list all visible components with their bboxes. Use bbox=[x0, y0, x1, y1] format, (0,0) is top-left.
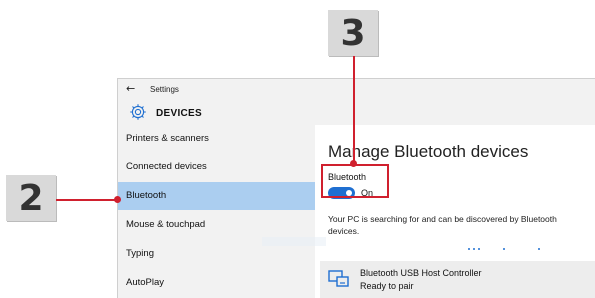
highlight-box-top bbox=[321, 164, 389, 166]
progress-dot bbox=[503, 248, 505, 250]
device-name: Bluetooth USB Host Controller bbox=[360, 268, 482, 278]
page-header: DEVICES bbox=[118, 99, 595, 125]
step-3-badge: 3 bbox=[328, 10, 378, 56]
device-status: Ready to pair bbox=[360, 281, 414, 291]
faded-overlay-hint bbox=[262, 237, 326, 246]
progress-dot bbox=[468, 248, 470, 250]
callout-2-endpoint bbox=[114, 196, 121, 203]
progress-dot bbox=[478, 248, 480, 250]
sidebar-item-autoplay[interactable]: AutoPlay bbox=[118, 269, 315, 297]
step-2-badge: 2 bbox=[6, 175, 56, 221]
sidebar-item-connected-devices[interactable]: Connected devices bbox=[118, 153, 315, 181]
sidebar: Printers & scanners Connected devices Bl… bbox=[118, 125, 315, 298]
page-title: DEVICES bbox=[156, 108, 203, 119]
bluetooth-label: Bluetooth bbox=[328, 172, 367, 182]
callout-3-connector bbox=[353, 56, 355, 164]
progress-dot bbox=[473, 248, 475, 250]
section-title: Manage Bluetooth devices bbox=[328, 142, 529, 161]
main-content: Manage Bluetooth devices Bluetooth On Yo… bbox=[315, 125, 595, 298]
gear-icon bbox=[130, 104, 146, 120]
searching-message: Your PC is searching for and can be disc… bbox=[328, 214, 557, 236]
sidebar-item-mouse-touchpad[interactable]: Mouse & touchpad bbox=[118, 211, 315, 239]
sidebar-item-printers-scanners[interactable]: Printers & scanners bbox=[118, 125, 315, 153]
back-arrow-icon[interactable]: ← bbox=[126, 82, 135, 95]
window-title: Settings bbox=[150, 85, 179, 94]
progress-dot bbox=[538, 248, 540, 250]
highlight-box-bottom bbox=[321, 196, 389, 198]
title-bar: ← Settings bbox=[118, 79, 595, 99]
sidebar-item-bluetooth[interactable]: Bluetooth bbox=[118, 182, 315, 210]
callout-2-connector bbox=[56, 199, 118, 201]
device-list-item[interactable]: Bluetooth USB Host Controller Ready to p… bbox=[320, 261, 595, 298]
highlight-box-right bbox=[387, 164, 389, 198]
highlight-box-left bbox=[321, 164, 323, 198]
settings-window: ← Settings DEVICES Printers & scanners C… bbox=[117, 78, 595, 298]
bluetooth-controller-icon bbox=[328, 270, 349, 287]
